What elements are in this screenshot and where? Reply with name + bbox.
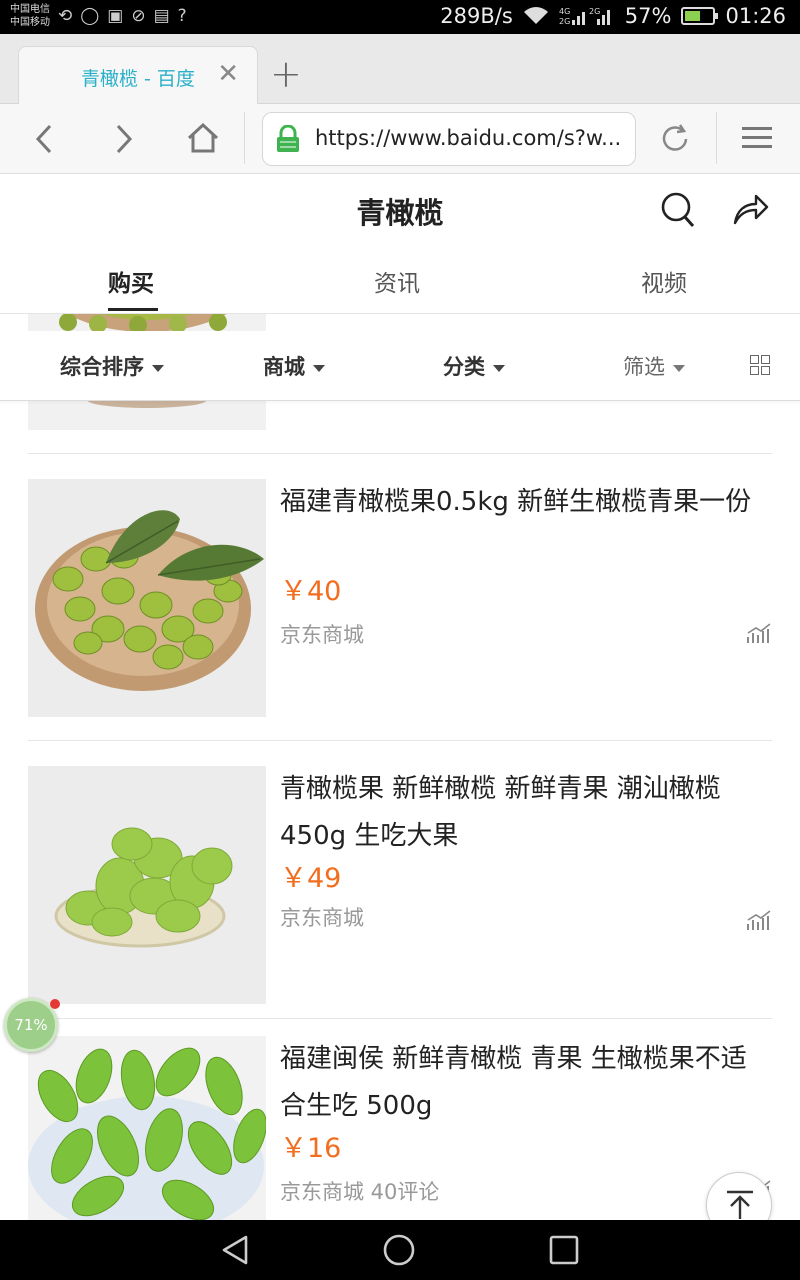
svg-text:2G: 2G: [589, 7, 600, 16]
filter-bar: 综合排序 商城 分类 筛选: [0, 331, 800, 401]
filter-mall[interactable]: 商城: [263, 351, 325, 381]
lock-icon: [277, 125, 299, 152]
tab-buy[interactable]: 购买: [108, 264, 154, 298]
net-speed: 289B/s: [440, 4, 513, 28]
share-icon[interactable]: [732, 192, 770, 226]
tab-news[interactable]: 资讯: [374, 264, 420, 298]
product-card[interactable]: 福建闽侯 新鲜青橄榄 青果 生橄榄果不适合生吃 500g ￥16 京东商城 40…: [28, 1036, 772, 1220]
home-icon[interactable]: [186, 122, 220, 154]
filter-screen[interactable]: 筛选: [623, 351, 685, 381]
nav-home-icon[interactable]: [382, 1233, 416, 1267]
blocked-icon: ⊘: [131, 6, 146, 26]
tab-title: 青橄榄 - 百度: [81, 68, 195, 90]
arrow-up-icon: [727, 1190, 753, 1219]
product-image[interactable]: [28, 479, 266, 717]
product-price: ￥16: [280, 1133, 342, 1164]
carrier-info: 中国电信 中国移动: [10, 3, 50, 29]
menu-icon[interactable]: [742, 126, 772, 150]
svg-text:4G: 4G: [559, 7, 570, 16]
product-title[interactable]: 福建闽侯 新鲜青橄榄 青果 生橄榄果不适合生吃 500g: [280, 1036, 770, 1130]
refresh-icon[interactable]: [658, 122, 692, 156]
caret-down-icon: [673, 364, 685, 372]
grid-view-icon[interactable]: [750, 355, 770, 375]
status-right: 289B/s 4G 2G 2G 57% 01:26: [440, 4, 786, 28]
keyboard-icon: ▤: [153, 6, 170, 26]
browser-tab-strip: 青橄榄 - 百度 ✕ +: [0, 34, 800, 105]
carrier-1: 中国电信: [10, 4, 50, 15]
forward-icon[interactable]: [114, 124, 134, 154]
close-tab-icon[interactable]: ✕: [217, 59, 239, 89]
notification-dot: [50, 999, 60, 1009]
product-shop: 京东商城: [280, 623, 364, 647]
product-title[interactable]: 福建青橄榄果0.5kg 新鲜生橄榄青果一份: [280, 479, 770, 526]
tab-video[interactable]: 视频: [641, 264, 687, 298]
message-icon: ◯: [80, 6, 100, 26]
battery-icon: [681, 7, 719, 25]
status-bar: 中国电信 中国移动 ⟲ ◯ ▣ ⊘ ▤ ? 289B/s 4G 2G 2G 57…: [0, 0, 800, 34]
filter-category[interactable]: 分类: [443, 351, 505, 381]
trend-chart-icon[interactable]: [746, 910, 772, 932]
active-tab-indicator: [108, 308, 158, 311]
carrier-2: 中国移动: [10, 17, 50, 28]
product-card[interactable]: 福建青橄榄果0.5kg 新鲜生橄榄青果一份 ￥40 京东商城: [28, 479, 772, 719]
sync-icon: ⟲: [58, 6, 73, 26]
browser-toolbar: https://www.baidu.com/s?w...: [0, 104, 800, 174]
nav-recents-icon[interactable]: [549, 1235, 579, 1265]
caret-down-icon: [493, 364, 505, 372]
wifi-icon: [523, 7, 548, 24]
caret-down-icon: [152, 364, 164, 372]
nav-back-icon[interactable]: [220, 1234, 250, 1266]
product-shop: 京东商城: [280, 906, 364, 930]
battery-percent: 57%: [624, 4, 672, 28]
product-image[interactable]: [28, 766, 266, 1004]
category-tabs: 购买 资讯 视频: [0, 244, 800, 314]
product-price: ￥40: [280, 576, 342, 607]
new-tab-icon[interactable]: +: [270, 52, 302, 96]
browser-tab[interactable]: 青橄榄 - 百度 ✕: [18, 46, 258, 105]
caret-down-icon: [313, 364, 325, 372]
product-title[interactable]: 青橄榄果 新鲜橄榄 新鲜青果 潮汕橄榄450g 生吃大果: [280, 766, 770, 860]
notification-icons: ⟲ ◯ ▣ ⊘ ▤ ?: [58, 6, 187, 26]
product-card[interactable]: 青橄榄果 新鲜橄榄 新鲜青果 潮汕橄榄450g 生吃大果 ￥49 京东商城: [28, 766, 772, 1006]
product-image[interactable]: [28, 1036, 266, 1220]
product-price: ￥49: [280, 863, 342, 894]
trend-chart-icon[interactable]: [746, 623, 772, 645]
clock: 01:26: [725, 4, 786, 28]
android-nav-bar: [0, 1220, 800, 1280]
back-icon[interactable]: [34, 124, 54, 154]
svg-text:2G: 2G: [559, 17, 570, 26]
signal-icon: 4G 2G 2G: [559, 7, 610, 26]
filter-sort[interactable]: 综合排序: [60, 351, 164, 381]
image-icon: ▣: [107, 6, 124, 26]
wifi-question-icon: ?: [177, 6, 187, 26]
url-text: https://www.baidu.com/s?w...: [315, 126, 622, 150]
search-header: 青橄榄: [0, 174, 800, 244]
address-bar[interactable]: https://www.baidu.com/s?w...: [262, 112, 636, 166]
search-icon[interactable]: [660, 191, 696, 229]
product-shop: 京东商城 40评论: [280, 1180, 440, 1204]
